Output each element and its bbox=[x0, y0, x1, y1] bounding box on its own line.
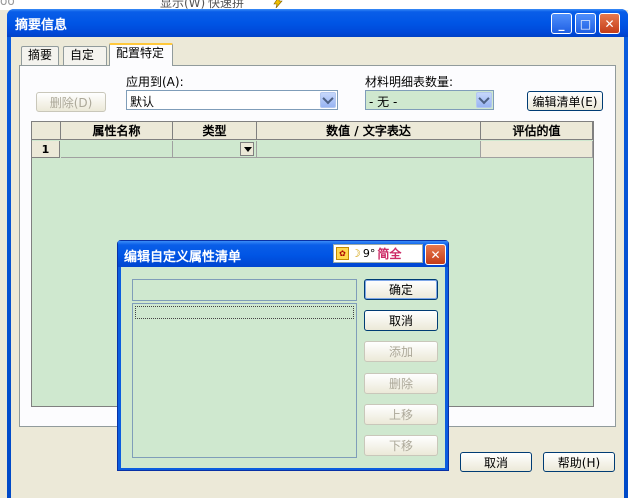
tab-config-specific[interactable]: 配置特定 bbox=[109, 43, 173, 66]
minimize-button[interactable]: _ bbox=[551, 13, 572, 34]
close-icon: ✕ bbox=[604, 16, 615, 31]
cancel-button[interactable]: 取消 bbox=[460, 452, 532, 472]
row-number[interactable]: 1 bbox=[32, 141, 60, 158]
background-text: oo bbox=[0, 0, 15, 8]
minimize-icon: _ bbox=[558, 16, 565, 31]
chevron-down-icon[interactable] bbox=[320, 92, 336, 108]
move-up-button[interactable]: 上移 bbox=[364, 404, 438, 425]
cell-value-expression[interactable] bbox=[257, 141, 481, 158]
list-item[interactable] bbox=[135, 306, 354, 319]
dropdown-arrow-icon[interactable] bbox=[240, 142, 254, 156]
bom-quantity-value: - 无 - bbox=[369, 95, 398, 109]
ok-button[interactable]: 确定 bbox=[364, 279, 438, 300]
window-titlebar[interactable]: 摘要信息 _ □ ✕ bbox=[7, 9, 628, 37]
close-button[interactable]: ✕ bbox=[599, 13, 620, 34]
tab-summary[interactable]: 摘要 bbox=[21, 46, 59, 65]
dialog-client: 确定 取消 添加 删除 上移 下移 bbox=[121, 267, 445, 468]
dialog-title: 编辑自定义属性清单 bbox=[124, 250, 242, 265]
close-icon: ✕ bbox=[430, 247, 441, 262]
ime-toolbar[interactable]: ✿ ☽ 9° 简全 bbox=[333, 244, 423, 263]
window-title: 摘要信息 bbox=[15, 18, 68, 33]
column-header-type[interactable]: 类型 bbox=[173, 122, 257, 140]
apply-to-value: 默认 bbox=[130, 95, 155, 109]
chevron-down-icon[interactable] bbox=[476, 92, 492, 108]
column-header-value-expression[interactable]: 数值 / 文字表达 bbox=[257, 122, 481, 140]
tab-custom[interactable]: 自定义 bbox=[63, 46, 107, 79]
property-list[interactable] bbox=[132, 303, 357, 458]
edit-list-button[interactable]: 编辑清单(E) bbox=[527, 91, 603, 111]
maximize-button[interactable]: □ bbox=[575, 13, 596, 34]
bom-quantity-label: 材料明细表数量: bbox=[365, 75, 454, 89]
apply-to-combo[interactable]: 默认 bbox=[126, 90, 338, 110]
property-name-input[interactable] bbox=[132, 279, 357, 301]
ime-logo-icon[interactable]: ✿ bbox=[336, 247, 349, 260]
edit-custom-property-list-dialog: 编辑自定义属性清单 ✿ ☽ 9° 简全 ✕ 确定 取消 添加 删除 上移 下移 bbox=[117, 240, 449, 471]
moon-icon[interactable]: ☽ bbox=[351, 247, 361, 260]
delete-button[interactable]: 删除(D) bbox=[36, 92, 106, 112]
dialog-cancel-button[interactable]: 取消 bbox=[364, 310, 438, 331]
move-down-button[interactable]: 下移 bbox=[364, 435, 438, 456]
apply-to-label: 应用到(A): bbox=[126, 75, 184, 89]
dialog-close-button[interactable]: ✕ bbox=[425, 244, 446, 265]
maximize-icon: □ bbox=[579, 16, 592, 31]
ime-mode-text[interactable]: 简全 bbox=[377, 245, 401, 262]
grid-corner bbox=[32, 122, 61, 140]
bom-quantity-combo[interactable]: - 无 - bbox=[365, 90, 494, 110]
dialog-delete-button[interactable]: 删除 bbox=[364, 373, 438, 394]
ime-punct-indicator[interactable]: 9° bbox=[363, 247, 376, 260]
cell-type[interactable] bbox=[173, 141, 257, 158]
cell-property-name[interactable] bbox=[61, 141, 173, 158]
cell-evaluated-value bbox=[481, 141, 593, 158]
help-button[interactable]: 帮助(H) bbox=[543, 452, 615, 472]
dialog-titlebar[interactable]: 编辑自定义属性清单 ✿ ☽ 9° 简全 ✕ bbox=[118, 241, 448, 267]
lightning-icon bbox=[272, 0, 284, 9]
add-button[interactable]: 添加 bbox=[364, 341, 438, 362]
column-header-property-name[interactable]: 属性名称 bbox=[61, 122, 173, 140]
column-header-evaluated-value[interactable]: 评估的值 bbox=[481, 122, 593, 140]
